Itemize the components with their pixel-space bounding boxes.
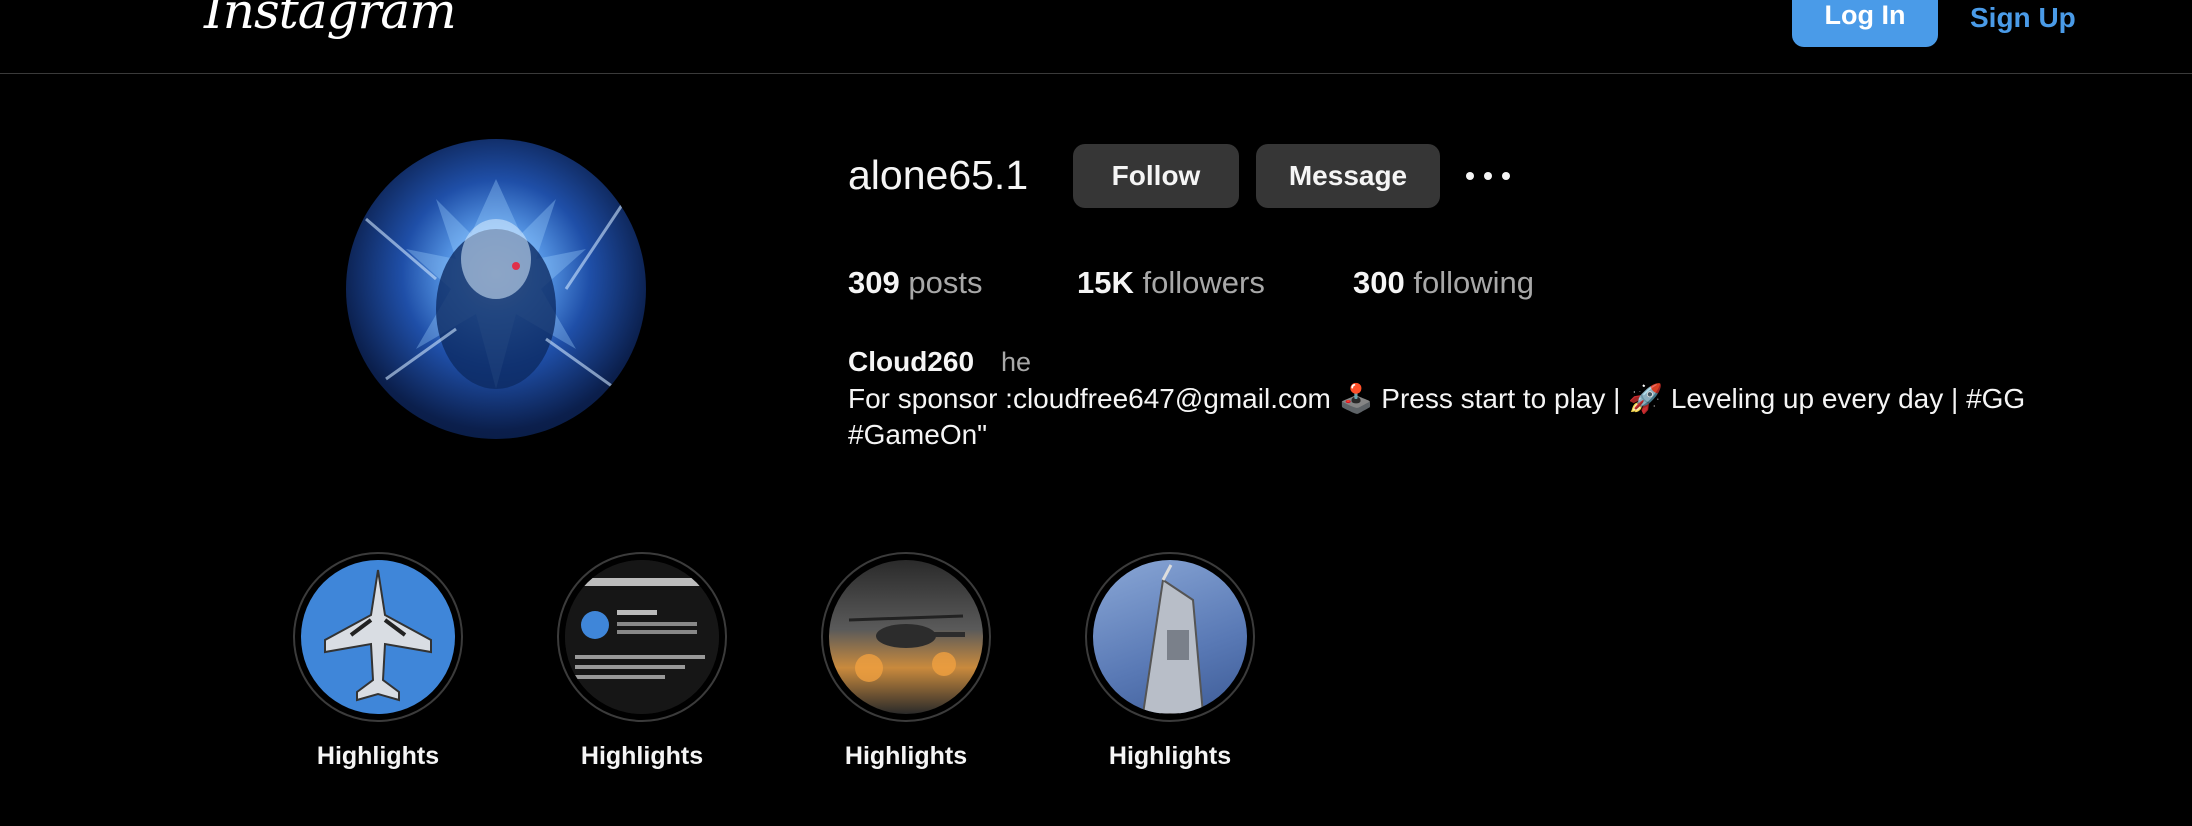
highlight-item[interactable]: Highlights — [554, 552, 730, 771]
following-count: 300 — [1353, 265, 1405, 300]
followers-count: 15K — [1077, 265, 1134, 300]
jet-closeup-thumbnail — [1093, 560, 1247, 714]
posts-count: 309 — [848, 265, 900, 300]
followers-stat[interactable]: 15K followers — [1077, 265, 1265, 301]
followers-label: followers — [1142, 265, 1265, 300]
profile-username: alone65.1 — [848, 152, 1029, 198]
following-label: following — [1413, 265, 1534, 300]
fighter-jet-thumbnail — [301, 560, 455, 714]
signup-link[interactable]: Sign Up — [1970, 2, 2076, 34]
highlight-item[interactable]: Highlights — [290, 552, 466, 771]
profile-bio: For sponsor :cloudfree647@gmail.com 🕹️ P… — [848, 383, 2026, 450]
posts-label: posts — [908, 265, 983, 300]
helicopter-thumbnail — [829, 560, 983, 714]
highlight-ring — [1085, 552, 1255, 722]
highlight-ring — [557, 552, 727, 722]
posts-stat: 309 posts — [848, 265, 982, 301]
top-navigation-bar: Instagram Log In Sign Up — [0, 0, 2192, 74]
message-button[interactable]: Message — [1256, 144, 1440, 208]
login-button[interactable]: Log In — [1792, 0, 1938, 47]
avatar-artwork — [365, 179, 628, 391]
highlight-label: Highlights — [580, 742, 704, 770]
highlight-label: Highlights — [844, 742, 968, 770]
profile-screenshot-thumbnail — [565, 560, 719, 714]
more-options-icon[interactable] — [1466, 170, 1510, 182]
follow-button[interactable]: Follow — [1073, 144, 1239, 208]
highlight-item[interactable]: Highlights — [1082, 552, 1258, 771]
highlight-ring — [821, 552, 991, 722]
profile-pronoun: he — [1001, 347, 1032, 377]
profile-avatar[interactable] — [346, 139, 646, 439]
highlight-ring — [293, 552, 463, 722]
highlight-item[interactable]: Highlights — [818, 552, 994, 771]
following-stat[interactable]: 300 following — [1353, 265, 1534, 301]
profile-full-name: Cloud260 — [848, 346, 975, 377]
instagram-logo[interactable]: Instagram — [204, 0, 457, 36]
highlight-label: Highlights — [316, 742, 440, 770]
highlight-label: Highlights — [1108, 742, 1232, 770]
